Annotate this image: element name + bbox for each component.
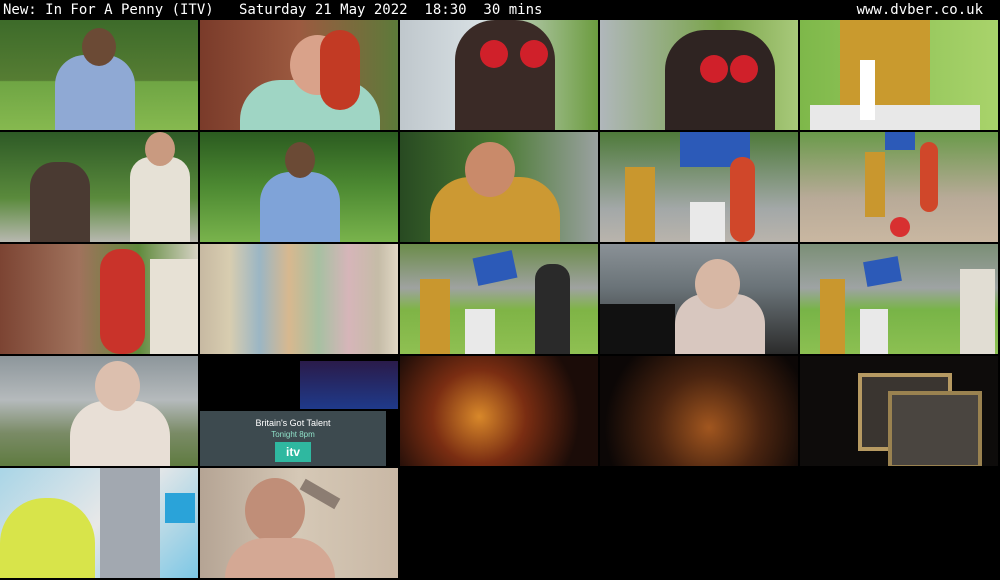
thumbnail[interactable] [800,20,998,130]
thumbnail[interactable] [0,356,198,466]
promo-title: Britain's Got Talent [255,418,331,428]
promo-time: Tonight 8pm [271,430,315,439]
header-bar: New: In For A Penny (ITV) Saturday 21 Ma… [0,0,1000,20]
site-link[interactable]: www.dvber.co.uk [857,0,983,20]
thumbnail[interactable] [600,356,798,466]
thumbnail[interactable] [400,244,598,354]
thumbnail[interactable] [400,20,598,130]
thumbnail[interactable] [800,132,998,242]
programme-title: New: In For A Penny (ITV) Saturday 21 Ma… [3,2,543,18]
thumbnail[interactable] [0,244,198,354]
thumbnail[interactable] [600,244,798,354]
thumbnail[interactable] [200,132,398,242]
thumbnail-grid: Britain's Got Talent Tonight 8pm itv [0,20,1000,580]
thumbnail[interactable] [200,468,398,578]
thumbnail[interactable] [400,132,598,242]
thumbnail[interactable] [400,356,598,466]
thumbnail[interactable] [0,132,198,242]
thumbnail[interactable] [200,244,398,354]
thumbnail[interactable] [0,20,198,130]
itv-logo: itv [275,442,311,462]
thumbnail[interactable] [0,468,198,578]
thumbnail[interactable] [600,132,798,242]
thumbnail[interactable] [600,20,798,130]
thumbnail[interactable] [200,20,398,130]
thumbnail[interactable]: Britain's Got Talent Tonight 8pm itv [200,356,398,466]
thumbnail[interactable] [800,356,998,466]
thumbnail[interactable] [800,244,998,354]
